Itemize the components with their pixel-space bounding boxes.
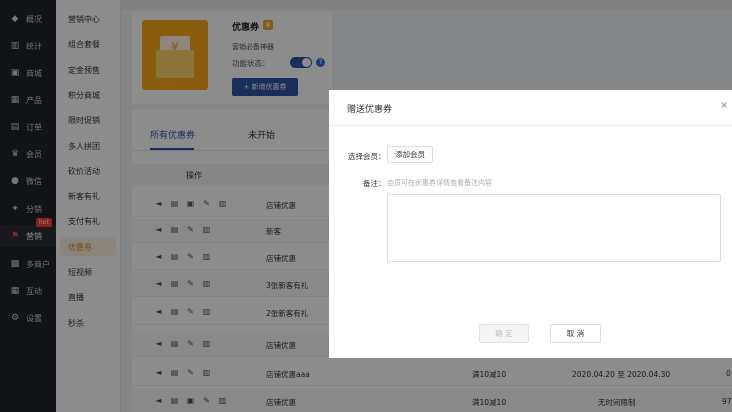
note-label: 备注： (363, 179, 386, 188)
add-member-button[interactable]: 添加会员 (387, 146, 433, 163)
dialog-title: 赠送优惠券 (347, 105, 393, 115)
close-icon[interactable]: × (720, 100, 732, 111)
member-label: 选择会员： (348, 152, 386, 161)
note-hint: 会员可在优惠券详情查看备注内容 (387, 179, 492, 187)
note-textarea[interactable] (387, 194, 721, 262)
cancel-button[interactable]: 取 消 (550, 324, 601, 343)
confirm-button[interactable]: 确 定 (479, 324, 529, 343)
gift-coupon-dialog: 赠送优惠券 × 选择会员： 添加会员 备注： 会员可在优惠券详情查看备注内容 确… (329, 90, 732, 358)
